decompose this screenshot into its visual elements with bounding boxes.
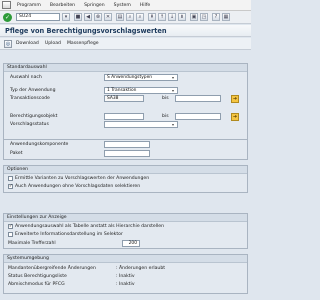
application-toolbar: ◎ Download Upload Massenpflege	[0, 38, 251, 50]
anwendungskomponente-label: Anwendungskomponente	[10, 142, 69, 147]
massenpflege-button[interactable]: Massenpflege	[67, 41, 99, 46]
sys-row-value: : Inaktiv	[116, 282, 135, 287]
check-icon[interactable]: ✓	[3, 12, 12, 22]
checkbox-varianten[interactable]	[8, 176, 13, 181]
transaktionscode-bis-input[interactable]	[175, 95, 221, 102]
back-icon[interactable]: ◀	[84, 13, 92, 21]
standard-toolbar: ✓ SU24 ▾ ■ ◀ ⊗ ✕ ▤ ⌕ ⌕ ⇞ ↑ ↓ ⇟ ▣ ◳ ? ▦	[0, 11, 251, 24]
help-icon[interactable]: ?	[212, 13, 220, 21]
vorschlagsstatus-label: Vorschlagsstatus	[10, 122, 49, 127]
anwendungskomponente-input[interactable]	[104, 141, 150, 148]
checkbox-erweitert[interactable]	[8, 232, 13, 237]
upload-button[interactable]: Upload	[45, 41, 61, 46]
berechtigungsobjekt-bis-label: bis	[162, 114, 169, 119]
sys-row-value: : Inaktiv	[116, 274, 135, 279]
find-icon[interactable]: ⌕	[126, 13, 134, 21]
cancel-icon[interactable]: ✕	[104, 13, 112, 21]
group-systemumgebung: Systemumgebung Mandantenübergreifende Än…	[3, 254, 248, 294]
paket-input[interactable]	[104, 150, 150, 157]
last-page-icon[interactable]: ⇟	[178, 13, 186, 21]
typ-label: Typ der Anwendung	[10, 88, 56, 93]
checkbox-tabelle[interactable]: ✓	[8, 224, 13, 229]
menu-bearbeiten[interactable]: Bearbeiten	[50, 3, 75, 8]
option-ohne-vorschlagsdaten-label: Auch Anwendungen ohne Vorschlagsdaten se…	[15, 184, 141, 189]
multiple-selection-icon[interactable]: ➜	[231, 95, 239, 103]
page-title: Pflege von Berechtigungsvorschlagswerten	[5, 27, 167, 35]
find-next-icon[interactable]: ⌕	[136, 13, 144, 21]
menu-programm[interactable]: Programm	[17, 3, 41, 8]
first-page-icon[interactable]: ⇞	[148, 13, 156, 21]
prev-page-icon[interactable]: ↑	[158, 13, 166, 21]
layout-icon[interactable]: ▦	[222, 13, 230, 21]
option-erweitert-label: Erweiterte Informationsdarstellung im Se…	[15, 232, 123, 237]
print-icon[interactable]: ▤	[116, 13, 124, 21]
option-erweitert[interactable]: Erweiterte Informationsdarstellung im Se…	[8, 232, 123, 237]
transaktionscode-bis-label: bis	[162, 96, 169, 101]
typ-value: 1 Transaktion	[107, 88, 137, 93]
chevron-down-icon: ▾	[172, 121, 175, 127]
berechtigungsobjekt-bis-input[interactable]	[175, 113, 221, 120]
menu-system[interactable]: System	[114, 3, 131, 8]
auswahl-nach-label: Auswahl nach	[10, 75, 42, 80]
download-button[interactable]: Download	[16, 41, 39, 46]
checkbox-ohne-vorschlagsdaten[interactable]: ✓	[8, 184, 13, 189]
new-session-icon[interactable]: ▣	[190, 13, 198, 21]
option-varianten-label: Ermittle Varianten zu Vorschlagswerten d…	[15, 176, 150, 181]
dropdown-history-icon[interactable]: ▾	[62, 13, 70, 21]
chevron-down-icon: ▾	[172, 74, 175, 80]
transaktionscode-input[interactable]: SA38	[104, 95, 144, 102]
menu-springen[interactable]: Springen	[84, 3, 105, 8]
transaction-code-input[interactable]: SU24	[16, 13, 60, 21]
shortcut-icon[interactable]: ◳	[200, 13, 208, 21]
auswahl-nach-value: S Anwendungstypen	[107, 75, 153, 80]
auswahl-nach-select[interactable]: S Anwendungstypen ▾	[104, 74, 178, 81]
sys-row-label: Mandantenübergreifende Änderungen	[8, 266, 96, 271]
option-varianten[interactable]: Ermittle Varianten zu Vorschlagswerten d…	[8, 176, 149, 181]
transaktionscode-label: Transaktionscode	[10, 96, 50, 101]
save-icon[interactable]: ■	[74, 13, 82, 21]
execute-icon[interactable]: ◎	[4, 39, 12, 48]
option-tabelle-label: Anwendungsauswahl als Tabelle anstatt al…	[15, 224, 165, 229]
sys-row-label: Abmischmodus für PFCG	[8, 282, 65, 287]
vorschlagsstatus-select[interactable]: ▾	[104, 121, 178, 128]
max-treffer-label: Maximale Trefferzahl	[8, 241, 56, 246]
group-optionen: Optionen Ermittle Varianten zu Vorschlag…	[3, 165, 248, 193]
option-ohne-vorschlagsdaten[interactable]: ✓ Auch Anwendungen ohne Vorschlagsdaten …	[8, 184, 140, 189]
exit-icon[interactable]: ⊗	[94, 13, 102, 21]
chevron-down-icon: ▾	[172, 87, 175, 93]
title-bar: Pflege von Berechtigungsvorschlagswerten	[0, 25, 251, 37]
group-standardauswahl-ext: Anwendungskomponente Paket	[3, 140, 248, 160]
berechtigungsobjekt-input[interactable]	[104, 113, 144, 120]
menu-hilfe[interactable]: Hilfe	[140, 3, 150, 8]
group-title-einstellungen: Einstellungen zur Anzeige	[4, 214, 247, 222]
group-title-systemumgebung: Systemumgebung	[4, 255, 247, 263]
paket-label: Paket	[10, 151, 23, 156]
system-menu-icon[interactable]	[2, 1, 11, 9]
next-page-icon[interactable]: ↓	[168, 13, 176, 21]
max-treffer-input[interactable]: 200	[122, 240, 140, 247]
group-title-standardauswahl: Standardauswahl	[4, 64, 247, 72]
group-standardauswahl: Standardauswahl Auswahl nach S Anwendung…	[3, 63, 248, 140]
option-tabelle[interactable]: ✓ Anwendungsauswahl als Tabelle anstatt …	[8, 224, 164, 229]
berechtigungsobjekt-label: Berechtigungsobjekt	[10, 114, 58, 119]
menu-bar: Programm Bearbeiten Springen System Hilf…	[0, 0, 251, 11]
typ-select[interactable]: 1 Transaktion ▾	[104, 87, 178, 94]
group-title-optionen: Optionen	[4, 166, 247, 174]
multiple-selection-icon[interactable]: ➜	[231, 113, 239, 121]
sys-row-value: : Änderungen erlaubt	[116, 266, 166, 271]
sys-row-label: Status Berechtigungsliste	[8, 274, 67, 279]
group-einstellungen: Einstellungen zur Anzeige ✓ Anwendungsau…	[3, 213, 248, 249]
